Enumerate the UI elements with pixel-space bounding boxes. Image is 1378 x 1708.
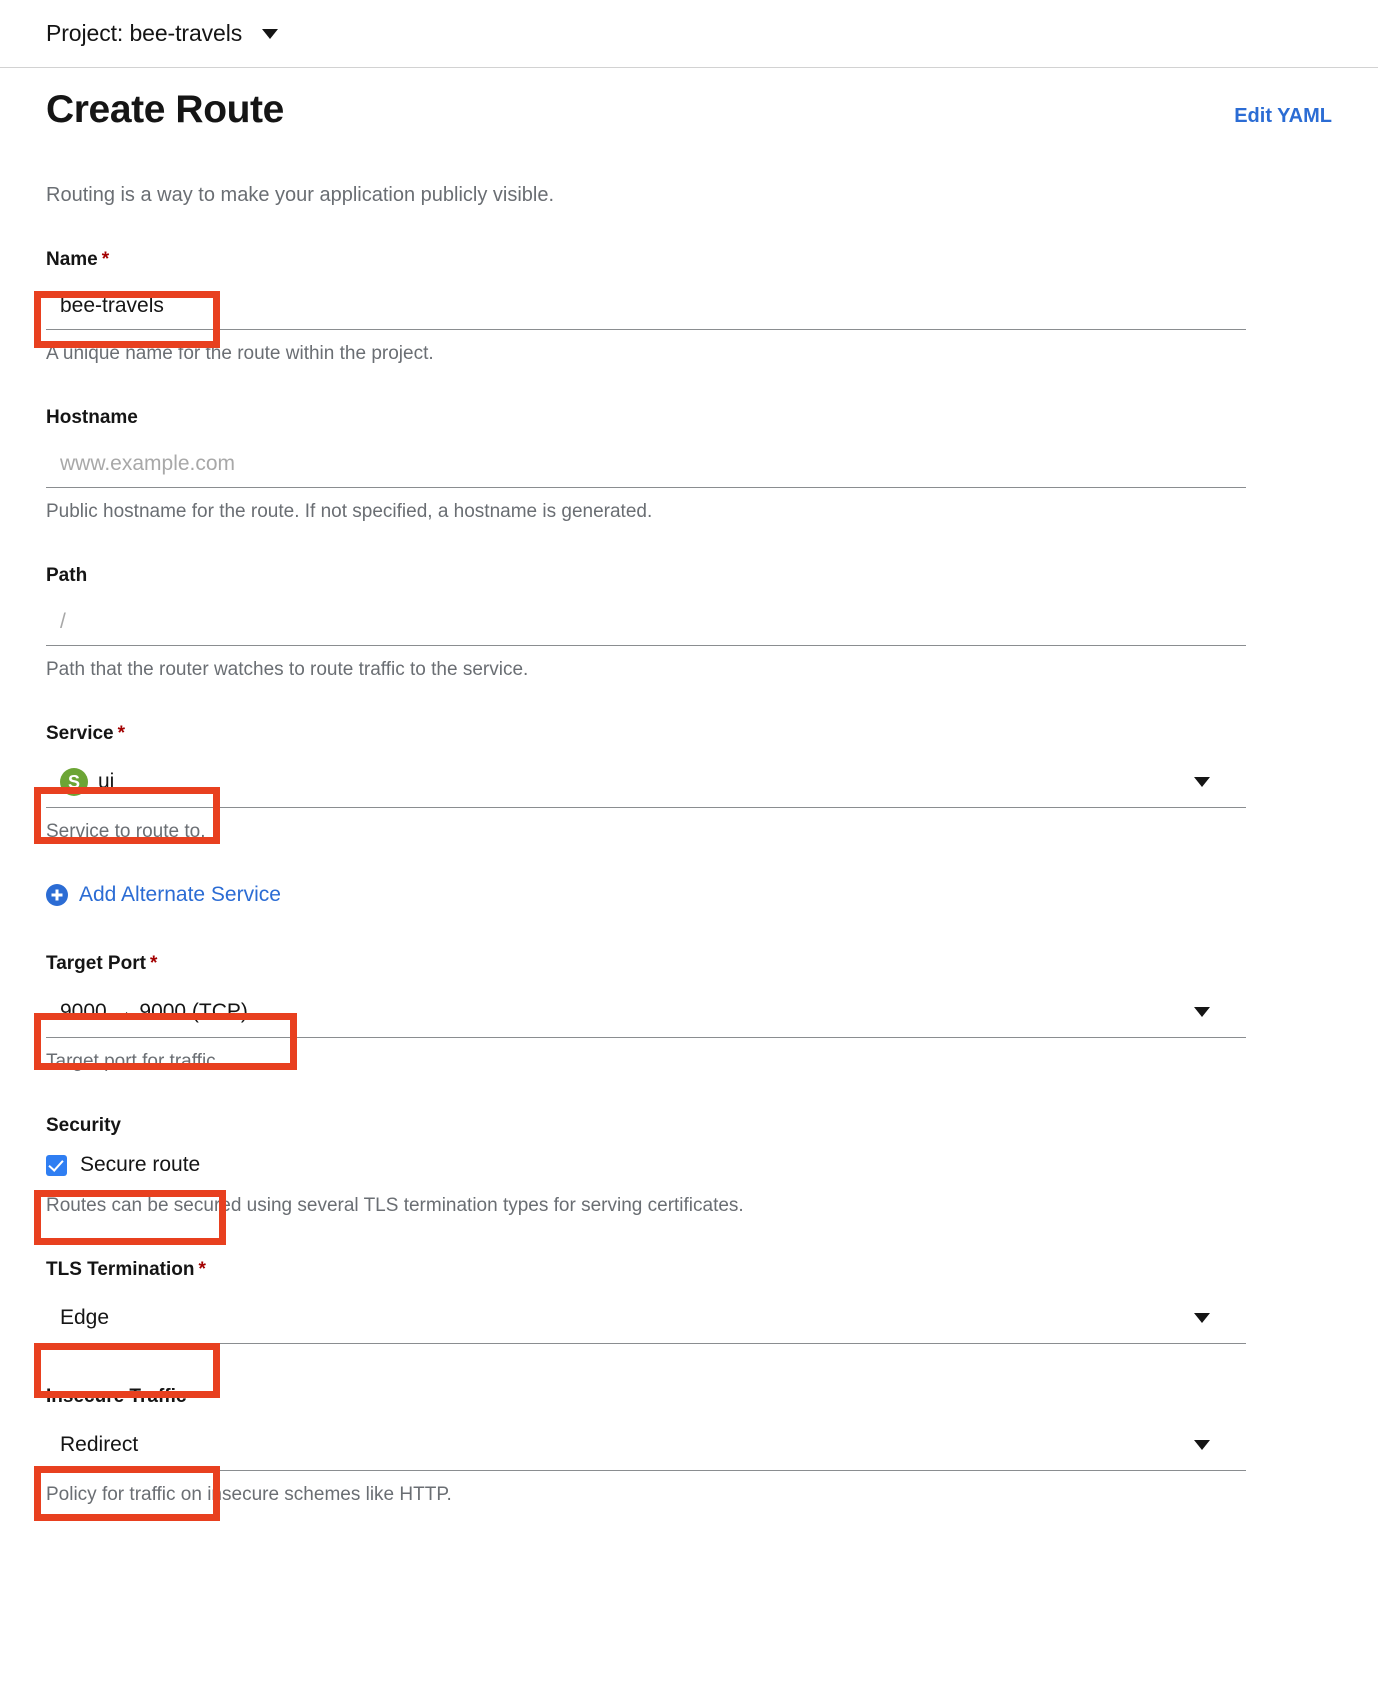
path-label: Path xyxy=(46,565,88,586)
insecure-traffic-field-group: Insecure Traffic Redirect Policy for tra… xyxy=(46,1386,1332,1506)
name-field-group: Name* A unique name for the route within… xyxy=(46,249,1332,365)
target-port-label: Target Port * xyxy=(46,953,1332,975)
required-asterisk: * xyxy=(198,1259,206,1280)
create-route-page: Create Route Edit YAML Routing is a way … xyxy=(0,68,1378,1506)
tls-termination-label-text: TLS Termination xyxy=(46,1259,195,1280)
required-asterisk: * xyxy=(101,249,110,270)
chevron-down-icon[interactable] xyxy=(1194,776,1210,787)
page-header: Create Route Edit YAML xyxy=(46,68,1332,132)
tls-termination-select-value: Edge xyxy=(60,1305,110,1329)
hostname-helper-text: Public hostname for the route. If not sp… xyxy=(46,501,653,522)
target-port-label-text: Target Port xyxy=(46,953,146,974)
insecure-traffic-label: Insecure Traffic xyxy=(46,1386,187,1407)
secure-route-checkbox-row[interactable]: Secure route xyxy=(46,1148,1332,1182)
service-label: Service * xyxy=(46,723,1332,745)
target-port-select[interactable]: 9000 → 9000 (TCP) xyxy=(46,986,1246,1038)
chevron-down-icon[interactable] xyxy=(1194,1006,1210,1017)
name-label: Name * xyxy=(46,249,1332,271)
page-title: Create Route xyxy=(46,88,284,131)
plus-circle-icon xyxy=(46,884,68,906)
security-helper-text: Routes can be secured using several TLS … xyxy=(46,1195,744,1216)
tls-termination-label: TLS Termination * xyxy=(46,1259,1332,1281)
security-field-group: Security Secure route Routes can be secu… xyxy=(46,1115,1332,1217)
project-selector-bar[interactable]: Project: bee-travels xyxy=(0,0,1378,68)
path-field-group: Path Path that the router watches to rou… xyxy=(46,565,1332,681)
name-label-text: Name xyxy=(46,249,98,270)
chevron-down-icon xyxy=(262,28,279,39)
insecure-traffic-select-value: Redirect xyxy=(60,1432,139,1456)
insecure-traffic-select[interactable]: Redirect xyxy=(46,1419,1246,1471)
project-selector-label: Project: bee-travels xyxy=(46,20,243,46)
target-port-field-group: Target Port * 9000 → 9000 (TCP) Target po… xyxy=(46,953,1332,1073)
service-select[interactable]: S ui xyxy=(46,756,1246,808)
service-select-value: S ui xyxy=(60,767,115,796)
path-helper-text: Path that the router watches to route tr… xyxy=(46,659,529,680)
service-helper-text: Service to route to. xyxy=(46,821,206,842)
target-port-select-value: 9000 → 9000 (TCP) xyxy=(60,999,248,1023)
add-alternate-service-button[interactable]: Add Alternate Service xyxy=(46,883,281,907)
service-label-text: Service xyxy=(46,723,114,744)
service-field-group: Service * S ui Service to route to. xyxy=(46,723,1332,843)
secure-route-label: Secure route xyxy=(80,1153,201,1176)
hostname-label: Hostname xyxy=(46,407,138,428)
chevron-down-icon[interactable] xyxy=(1194,1312,1210,1323)
tls-termination-select[interactable]: Edge xyxy=(46,1292,1246,1344)
insecure-traffic-helper-text: Policy for traffic on insecure schemes l… xyxy=(46,1484,452,1505)
secure-route-checkbox[interactable] xyxy=(46,1154,67,1176)
target-port-helper-text: Target port for traffic. xyxy=(46,1051,221,1072)
required-asterisk: * xyxy=(149,953,158,974)
service-select-text: ui xyxy=(98,769,115,793)
edit-yaml-link[interactable]: Edit YAML xyxy=(1234,105,1332,128)
hostname-field-group: Hostname Public hostname for the route. … xyxy=(46,407,1332,523)
service-resource-icon: S xyxy=(60,767,88,796)
required-asterisk: * xyxy=(117,723,126,744)
page-description: Routing is a way to make your applicatio… xyxy=(46,184,555,206)
name-input[interactable] xyxy=(46,282,1246,330)
add-alternate-service-label: Add Alternate Service xyxy=(79,883,281,906)
hostname-input[interactable] xyxy=(46,440,1246,488)
chevron-down-icon[interactable] xyxy=(1194,1439,1210,1450)
path-input[interactable] xyxy=(46,598,1246,646)
name-helper-text: A unique name for the route within the p… xyxy=(46,343,434,364)
security-label: Security xyxy=(46,1115,121,1136)
tls-termination-field-group: TLS Termination * Edge xyxy=(46,1259,1332,1344)
